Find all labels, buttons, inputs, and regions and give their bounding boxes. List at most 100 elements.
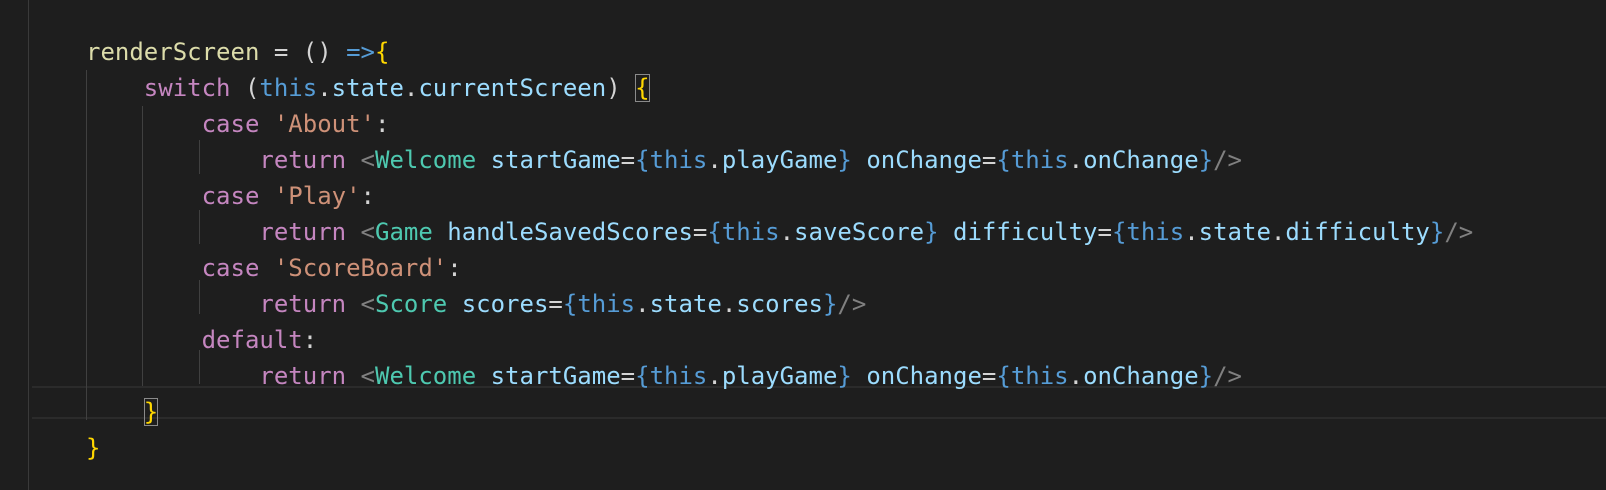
tag-bracket: < xyxy=(360,146,375,174)
code-line-2[interactable]: switch (this.state.currentScreen) { xyxy=(86,70,1473,106)
jsx-brace: } xyxy=(1198,362,1214,390)
jsx-attribute: scores xyxy=(461,290,549,318)
punctuation: . xyxy=(317,74,332,102)
keyword-return: return xyxy=(259,362,347,390)
this-keyword: this xyxy=(649,146,708,174)
keyword-case: case xyxy=(201,110,260,138)
jsx-brace: { xyxy=(562,290,578,318)
punctuation: . xyxy=(635,290,650,318)
punctuation: ( xyxy=(230,74,260,102)
jsx-brace: } xyxy=(837,362,852,390)
code-line-1[interactable]: renderScreen = () =>{ xyxy=(86,34,1473,70)
punctuation: . xyxy=(1068,362,1084,390)
punctuation: . xyxy=(1270,218,1286,246)
property: scores xyxy=(736,290,823,318)
punctuation: ) xyxy=(606,74,636,102)
code-line-12[interactable]: } xyxy=(86,430,1473,466)
punctuation: . xyxy=(1184,218,1199,246)
code-line-5[interactable]: case 'Play': xyxy=(86,178,1473,214)
function-name: renderScreen xyxy=(86,38,260,66)
component-name: Welcome xyxy=(375,146,477,174)
code-lines[interactable]: renderScreen = () =>{ switch (this.state… xyxy=(86,34,1473,466)
code-line-11[interactable]: } xyxy=(86,394,1473,430)
property: state xyxy=(331,74,404,102)
jsx-brace: } xyxy=(1198,146,1214,174)
punctuation: : xyxy=(375,110,390,138)
open-brace: { xyxy=(375,38,390,66)
property: onChange xyxy=(1083,146,1199,174)
this-keyword: this xyxy=(1126,218,1185,246)
punctuation: = xyxy=(981,146,997,174)
keyword-case: case xyxy=(201,254,260,282)
punctuation: . xyxy=(1068,146,1084,174)
punctuation: = () xyxy=(259,38,347,66)
string-literal: 'Play' xyxy=(273,182,361,210)
gutter-divider xyxy=(28,0,29,490)
jsx-brace: { xyxy=(1111,218,1127,246)
code-line-7[interactable]: case 'ScoreBoard': xyxy=(86,250,1473,286)
punctuation: : xyxy=(447,254,462,282)
this-keyword: this xyxy=(1010,362,1069,390)
close-brace: } xyxy=(86,434,101,462)
jsx-brace: { xyxy=(635,146,650,174)
keyword-return: return xyxy=(259,290,347,318)
jsx-attribute: startGame xyxy=(490,146,621,174)
property: playGame xyxy=(721,146,838,174)
property: onChange xyxy=(1083,362,1199,390)
jsx-attribute: difficulty xyxy=(953,218,1098,246)
tag-close: /> xyxy=(837,290,867,318)
code-line-9[interactable]: default: xyxy=(86,322,1473,358)
punctuation: : xyxy=(360,182,375,210)
component-name: Score xyxy=(375,290,448,318)
punctuation: . xyxy=(721,290,737,318)
component-name: Game xyxy=(375,218,433,246)
punctuation: . xyxy=(779,218,795,246)
property: state xyxy=(1198,218,1271,246)
jsx-brace: } xyxy=(924,218,939,246)
component-name: Welcome xyxy=(375,362,477,390)
this-keyword: this xyxy=(577,290,636,318)
jsx-brace: { xyxy=(996,146,1011,174)
arrow-operator: => xyxy=(346,38,375,66)
code-line-10[interactable]: return <Welcome startGame={this.playGame… xyxy=(86,358,1473,394)
punctuation: = xyxy=(981,362,997,390)
code-line-4[interactable]: return <Welcome startGame={this.playGame… xyxy=(86,142,1473,178)
property: state xyxy=(649,290,722,318)
keyword-return: return xyxy=(259,146,347,174)
string-literal: 'About' xyxy=(273,110,375,138)
code-line-6[interactable]: return <Game handleSavedScores={this.sav… xyxy=(86,214,1473,250)
jsx-brace: } xyxy=(1429,218,1445,246)
jsx-attribute: onChange xyxy=(866,362,982,390)
tag-bracket: < xyxy=(360,290,375,318)
code-editor[interactable]: renderScreen = () =>{ switch (this.state… xyxy=(0,0,1606,490)
jsx-attribute: onChange xyxy=(866,146,982,174)
string-literal: 'ScoreBoard' xyxy=(273,254,448,282)
keyword-switch: switch xyxy=(143,74,231,102)
matched-bracket-close: } xyxy=(143,398,159,426)
this-keyword: this xyxy=(721,218,780,246)
property: currentScreen xyxy=(418,74,607,102)
keyword-return: return xyxy=(259,218,347,246)
this-keyword: this xyxy=(649,362,708,390)
this-keyword: this xyxy=(1010,146,1069,174)
tag-close: /> xyxy=(1444,218,1474,246)
code-line-8[interactable]: return <Score scores={this.state.scores}… xyxy=(86,286,1473,322)
code-line-3[interactable]: case 'About': xyxy=(86,106,1473,142)
punctuation: . xyxy=(707,146,722,174)
keyword-default: default xyxy=(201,326,303,354)
property: difficulty xyxy=(1285,218,1430,246)
punctuation: = xyxy=(692,218,708,246)
jsx-brace: { xyxy=(996,362,1011,390)
jsx-brace: { xyxy=(635,362,650,390)
